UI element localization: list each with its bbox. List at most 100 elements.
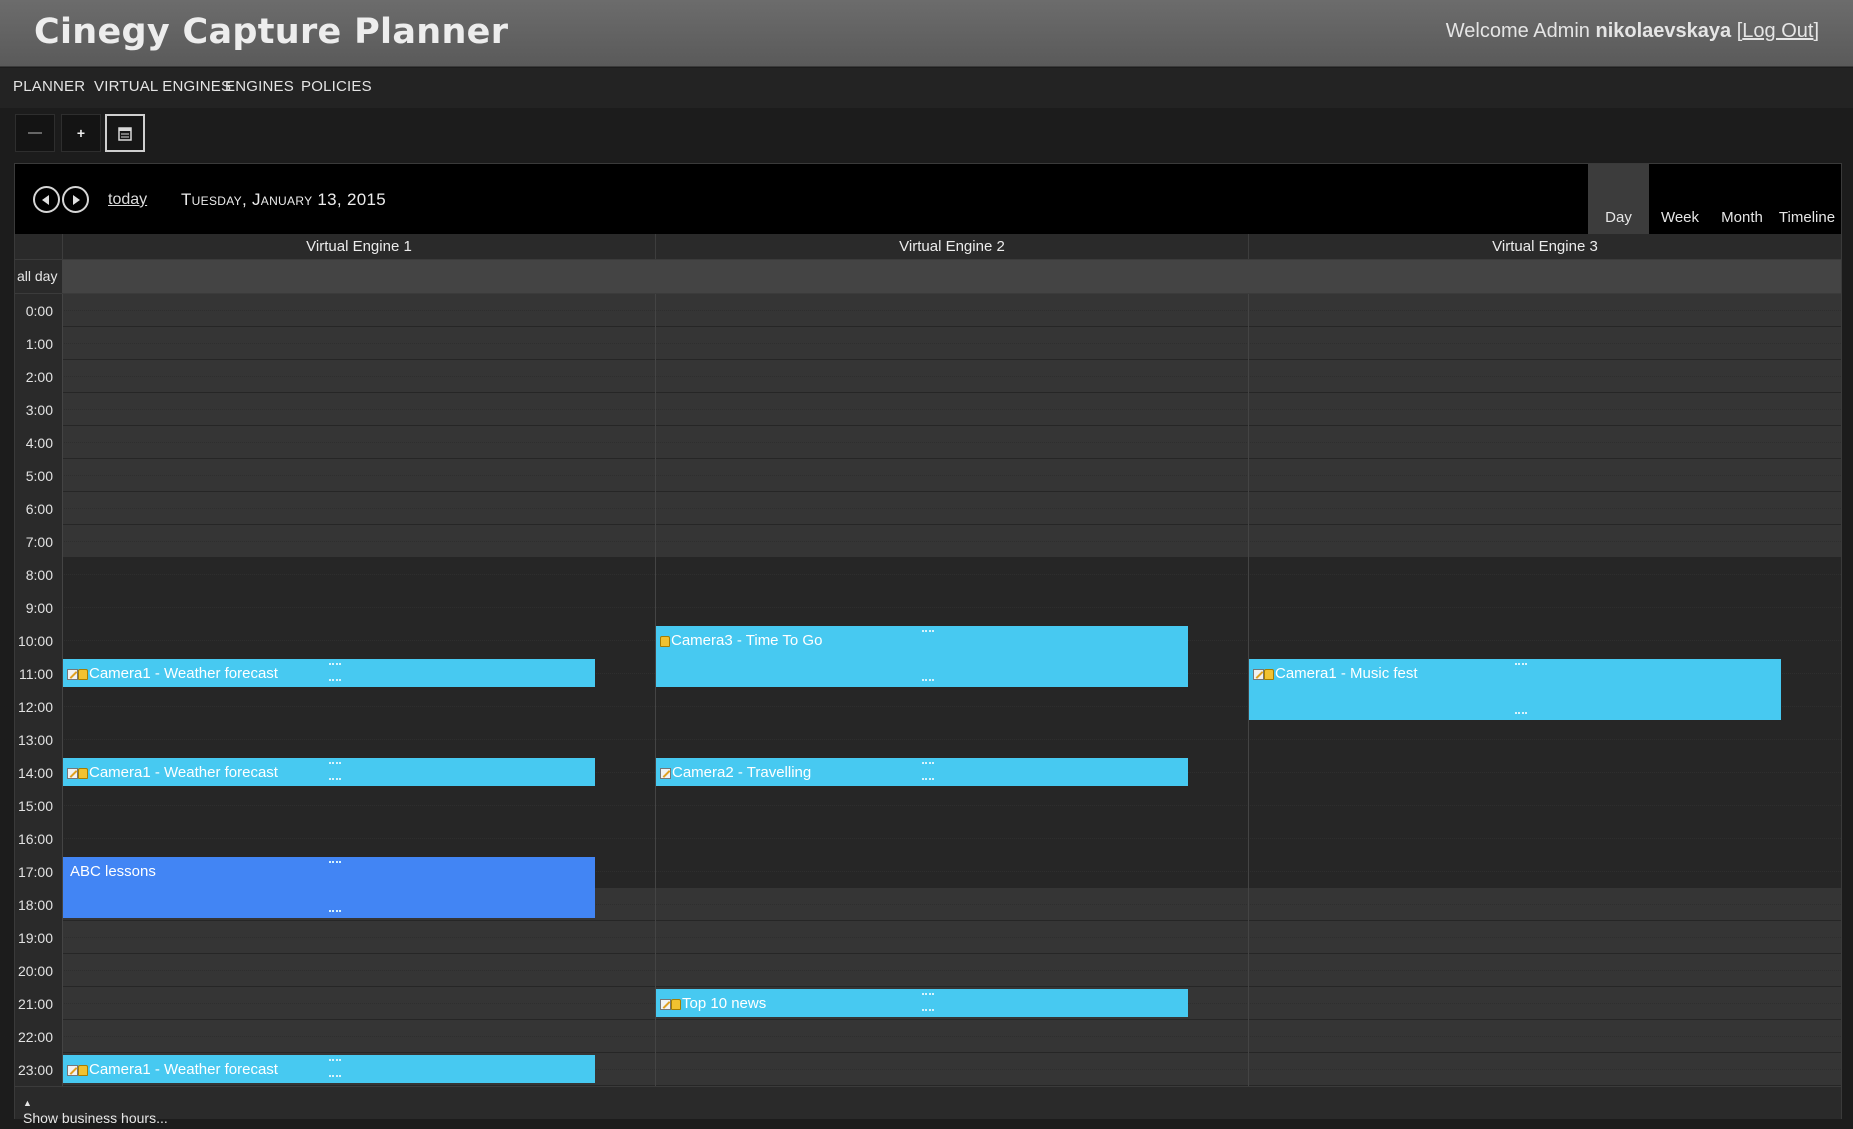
hour-row[interactable] [62,492,1841,525]
resize-grip[interactable] [922,762,934,767]
nav-virtual-engines[interactable]: VIRTUAL ENGINES [94,78,231,95]
hour-row[interactable] [62,558,1841,591]
event-title: Camera1 - Weather forecast [89,764,278,781]
prev-day-button[interactable] [33,186,60,213]
app-header: Cinegy Capture Planner Welcome Admin nik… [0,0,1853,67]
calendar-event[interactable]: Camera2 - Travelling [656,758,1188,786]
column-header-row: Virtual Engine 1 Virtual Engine 2 Virtua… [15,234,1841,260]
resize-grip[interactable] [329,663,341,668]
add-button[interactable]: + [61,114,101,152]
show-business-hours-label: Show business hours... [23,1110,168,1126]
remove-button[interactable] [15,114,55,152]
column-header-virtual-engine-3: Virtual Engine 3 [1248,234,1841,259]
next-day-button[interactable] [62,186,89,213]
hour-label: 5:00 [25,468,53,484]
half-hour-line [62,541,1841,542]
today-link[interactable]: today [108,191,147,209]
event-icons [67,1063,88,1080]
column-separator [655,294,656,1086]
hour-label: 4:00 [25,435,53,451]
resize-grip[interactable] [329,762,341,767]
calendar-event[interactable]: Camera3 - Time To Go [656,626,1188,687]
hour-label: 19:00 [17,930,53,946]
resize-grip[interactable] [922,1009,934,1014]
hour-label: 23:00 [17,1062,53,1078]
hour-label: 10:00 [17,633,53,649]
hour-label: 9:00 [25,600,53,616]
resize-grip[interactable] [329,778,341,783]
event-title: Camera1 - Weather forecast [89,1061,278,1078]
hour-row[interactable] [62,426,1841,459]
resize-grip[interactable] [1515,663,1527,668]
hour-label: 18:00 [17,897,53,913]
calendar-event[interactable]: Camera1 - Music fest [1249,659,1781,720]
event-icons [660,766,671,783]
time-grid[interactable]: 0:00 1:00 2:00 3:00 4:00 5:00 6:00 7:00 8:00 9:00… [15,294,1841,1086]
calendar-date: Tuesday, January 13, 2015 [181,190,386,209]
view-timeline-button[interactable]: Timeline [1773,164,1841,234]
column-separator [62,294,63,1086]
logout-link[interactable]: Log Out [1742,20,1813,42]
hour-label: 16:00 [17,831,53,847]
event-title: Camera1 - Music fest [1275,665,1418,682]
hour-label: 15:00 [17,798,53,814]
half-hour-line [62,409,1841,410]
show-business-hours-link[interactable]: ▲ Show business hours... [23,1094,168,1126]
resize-grip[interactable] [922,630,934,635]
calendar-event[interactable]: Camera1 - Weather forecast [63,758,595,786]
hour-row[interactable] [62,921,1841,954]
nav-engines[interactable]: ENGINES [225,78,294,95]
hour-row[interactable] [62,822,1841,855]
hour-row[interactable] [62,393,1841,426]
view-week-button[interactable]: Week [1649,164,1711,234]
view-day-button[interactable]: Day [1588,164,1649,234]
calendar-event[interactable]: Camera1 - Weather forecast [63,1055,595,1083]
lock-icon [78,669,88,680]
event-title: ABC lessons [70,863,156,880]
hour-row[interactable] [62,1020,1841,1053]
half-hour-line [62,1036,1841,1037]
main-nav: PLANNER VIRTUAL ENGINES ENGINES POLICIES [0,68,1853,108]
hour-label: 0:00 [25,303,53,319]
half-hour-line [62,475,1841,476]
calendar-event[interactable]: Camera1 - Weather forecast [63,659,595,687]
hour-row[interactable] [62,789,1841,822]
plus-icon: + [76,125,86,141]
hour-row[interactable] [62,954,1841,987]
half-hour-line [62,442,1841,443]
resize-grip[interactable] [329,910,341,915]
hour-row[interactable] [62,459,1841,492]
calendar-event[interactable]: ABC lessons [63,857,595,918]
hour-row[interactable] [62,294,1841,327]
resize-grip[interactable] [922,778,934,783]
hour-row[interactable] [62,591,1841,624]
calendar-event[interactable]: Top 10 news [656,989,1188,1017]
allday-cells[interactable] [62,260,1841,293]
hour-label: 20:00 [17,963,53,979]
view-month-button[interactable]: Month [1711,164,1773,234]
resize-grip[interactable] [329,679,341,684]
resize-grip[interactable] [922,679,934,684]
edit-icon [67,768,78,779]
hour-row[interactable] [62,525,1841,558]
hour-row[interactable] [62,360,1841,393]
hour-label: 22:00 [17,1029,53,1045]
half-hour-line [62,805,1841,806]
resize-grip[interactable] [1515,712,1527,717]
nav-planner[interactable]: PLANNER [13,78,85,95]
resize-grip[interactable] [329,1075,341,1080]
hour-row[interactable] [62,327,1841,360]
edit-icon [660,768,671,779]
allday-label: all day [17,268,58,284]
calendar-footer: ▲ Show business hours... [15,1086,1841,1126]
hour-row[interactable] [62,723,1841,756]
welcome-message: Welcome Admin nikolaevskaya [Log Out] [1446,20,1819,43]
event-title: Top 10 news [682,995,767,1012]
resize-grip[interactable] [922,993,934,998]
allday-row: all day [15,260,1841,294]
column-header-virtual-engine-2: Virtual Engine 2 [655,234,1248,259]
calendar-button[interactable] [105,114,145,152]
resize-grip[interactable] [329,861,341,866]
resize-grip[interactable] [329,1059,341,1064]
nav-policies[interactable]: POLICIES [301,78,372,95]
